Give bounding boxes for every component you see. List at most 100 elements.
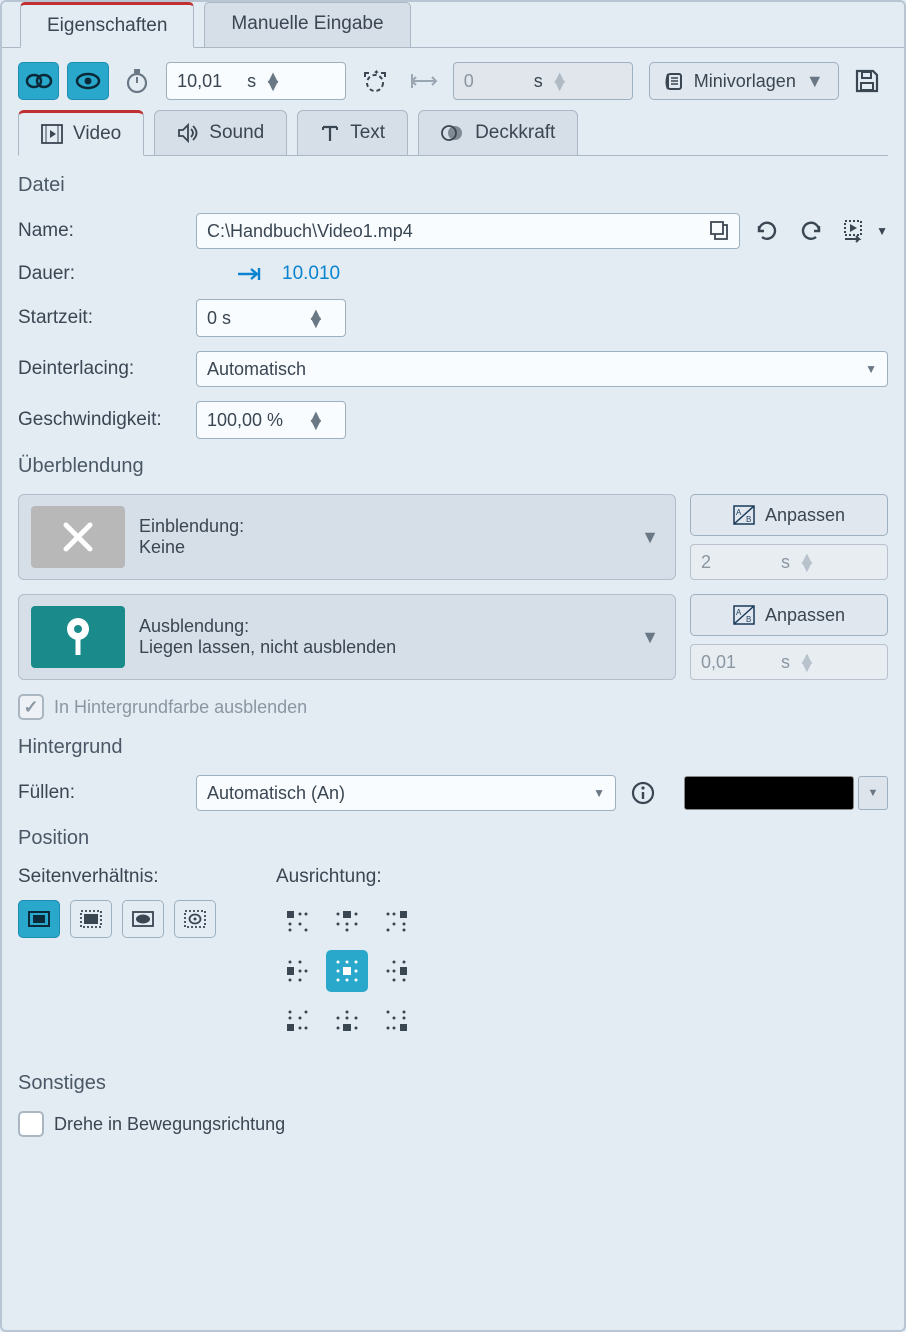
fill-select[interactable]: Automatisch (An) ▼ [196,775,616,811]
align-top-left[interactable] [276,900,318,942]
deinterlace-select[interactable]: Automatisch ▼ [196,351,888,387]
fade-bg-label: In Hintergrundfarbe ausblenden [54,697,307,718]
align-middle-right[interactable] [376,950,418,992]
section-position: Position [18,827,888,850]
rotate-label: Drehe in Bewegungsrichtung [54,1114,285,1135]
ab-icon: AB [733,605,755,625]
sub-tabs: Video Sound Text Deckkraft [18,110,888,156]
chevron-down-icon[interactable]: ▼ [876,224,888,238]
starttime-value[interactable] [207,308,307,329]
fade-out-value: Liegen lassen, nicht ausblenden [139,637,627,658]
tab-properties[interactable]: Eigenschaften [20,2,194,48]
duration-value[interactable] [177,71,247,92]
tab-video[interactable]: Video [18,110,144,156]
align-bottom-right[interactable] [376,1000,418,1042]
align-middle-center[interactable] [326,950,368,992]
aspect-keep[interactable] [18,900,60,938]
aspect-fit[interactable] [174,900,216,938]
background-color-swatch[interactable] [684,776,854,810]
duration-unit: s [247,71,256,92]
svg-text:✦: ✦ [373,68,380,77]
auto-time-icon[interactable]: ✦ [354,62,395,100]
tab-label: Manuelle Eingabe [231,13,383,34]
deinterlace-label: Deinterlacing: [18,358,196,380]
align-top-right[interactable] [376,900,418,942]
folder-open-icon[interactable] [709,220,729,242]
chevron-down-icon: ▼ [641,627,659,648]
aspect-crop[interactable] [70,900,112,938]
align-top-center[interactable] [326,900,368,942]
section-misc: Sonstiges [18,1072,888,1095]
adjust-fadein-button[interactable]: AB Anpassen [690,494,888,536]
fadeout-time-value [701,652,781,673]
tab-sound[interactable]: Sound [154,110,287,156]
section-file: Datei [18,174,888,197]
tab-text[interactable]: Text [297,110,408,156]
rotate-direction-checkbox[interactable] [18,1111,44,1137]
tab-label: Sound [209,122,264,144]
eye-icon[interactable] [67,62,108,100]
tab-manual-input[interactable]: Manuelle Eingabe [204,2,410,48]
export-play-icon[interactable] [838,214,872,248]
visibility-linked-icon[interactable] [18,62,59,100]
fade-bg-checkbox [18,694,44,720]
rotate-ccw-icon[interactable] [750,214,784,248]
alignment-grid [276,900,418,1042]
rotate-cw-icon[interactable] [794,214,828,248]
stopwatch-icon[interactable] [117,62,158,100]
offset-unit: s [534,71,543,92]
fade-out-selector[interactable]: Ausblendung: Liegen lassen, nicht ausble… [18,594,676,680]
unit: s [781,652,790,673]
align-bottom-left[interactable] [276,1000,318,1042]
ab-icon: AB [733,505,755,525]
arrow-to-end-icon [236,265,262,283]
spinner-arrows[interactable]: ▲▼ [307,310,325,326]
svg-text:A: A [736,608,742,617]
fade-out-label: Ausblendung: [139,616,627,637]
spinner-arrows: ▲▼ [798,554,816,570]
aspect-stretch[interactable] [122,900,164,938]
speed-label: Geschwindigkeit: [18,409,196,431]
duration-value[interactable]: 10.010 [282,263,340,285]
offset-input: s ▲▼ [453,62,633,100]
save-icon[interactable] [847,62,888,100]
duration-label: Dauer: [18,263,196,285]
filename-input[interactable]: C:\Handbuch\Video1.mp4 [196,213,740,249]
section-transition: Überblendung [18,455,888,478]
width-arrows-icon[interactable] [403,62,444,100]
spinner-arrows[interactable]: ▲▼ [307,412,325,428]
fade-out-thumb [31,606,125,668]
fade-in-value: Keine [139,537,627,558]
fill-label: Füllen: [18,782,196,804]
tab-label: Eigenschaften [47,15,167,36]
tab-opacity[interactable]: Deckkraft [418,110,578,156]
spinner-arrows[interactable]: ▲▼ [264,73,282,89]
spinner-arrows: ▲▼ [798,654,816,670]
fadein-time-value [701,552,781,573]
fade-in-selector[interactable]: Einblendung: Keine ▼ [18,494,676,580]
starttime-input[interactable]: ▲▼ [196,299,346,337]
align-label: Ausrichtung: [276,866,418,888]
info-icon[interactable] [626,776,660,810]
deinterlace-value: Automatisch [207,359,306,380]
adjust-fadeout-button[interactable]: AB Anpassen [690,594,888,636]
top-tabs: Eigenschaften Manuelle Eingabe [2,2,904,48]
start-label: Startzeit: [18,307,196,329]
speed-value[interactable] [207,410,307,431]
sound-icon [177,123,199,143]
tab-label: Text [350,122,385,144]
align-bottom-center[interactable] [326,1000,368,1042]
svg-text:B: B [746,615,751,624]
color-picker-dropdown[interactable]: ▼ [858,776,888,810]
fade-in-label: Einblendung: [139,516,627,537]
adjust-label: Anpassen [765,505,845,526]
fadeout-time-input: s ▲▼ [690,644,888,680]
duration-input[interactable]: s ▲▼ [166,62,346,100]
align-middle-left[interactable] [276,950,318,992]
tab-label: Video [73,123,121,145]
minitemplates-button[interactable]: Minivorlagen ▼ [649,62,839,100]
text-icon [320,123,340,143]
adjust-label: Anpassen [765,605,845,626]
speed-input[interactable]: ▲▼ [196,401,346,439]
fadein-time-input: s ▲▼ [690,544,888,580]
